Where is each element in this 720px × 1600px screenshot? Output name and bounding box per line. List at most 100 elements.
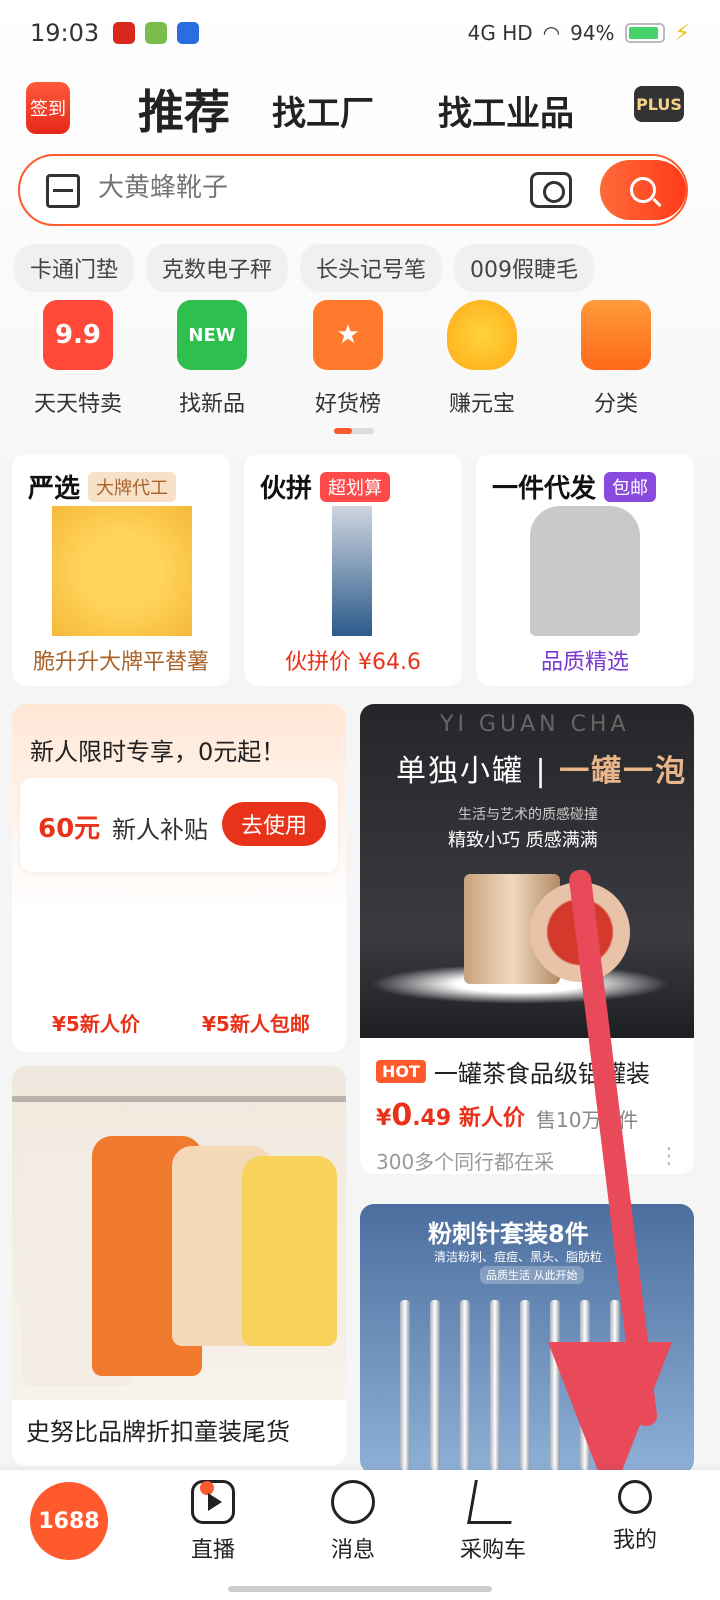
tab-find-factory[interactable]: 找工厂 [272,86,374,135]
chat-bubble-icon [331,1480,375,1524]
battery-icon [624,23,665,43]
tab-home[interactable]: 1688 [30,1482,108,1560]
product-price: ¥0.49 新人价 [376,1098,525,1133]
sold-count: 售10万+件 [536,1108,639,1132]
product-image: YI GUAN CHA 单独小罐 | 一罐一泡 生活与艺术的质感碰撞 精致小巧 … [360,704,694,1038]
status-bar: 19:03 4G HD ◠ 94% ⚡ [0,0,720,66]
tab-live[interactable]: 直播 [158,1480,268,1564]
category-new[interactable]: NEW 找新品 [152,300,272,418]
hot-search-list: 卡通门垫 克数电子秤 长头记号笔 009假睫毛 [14,244,595,292]
search-button[interactable] [600,160,686,220]
camera-icon[interactable] [530,172,572,208]
product-card-kids[interactable]: 史努比品牌折扣童装尾货 [12,1066,346,1466]
tab-label: 直播 [190,1538,235,1563]
brand-text: YI GUAN CHA [440,712,630,737]
search-input[interactable] [98,172,478,203]
promo-card-dropship[interactable]: 一件代发 包邮 品质精选 [476,454,694,686]
battery-percent: 94% [570,21,615,45]
product-image [52,506,192,636]
category-ingot[interactable]: 赚元宝 [422,300,542,418]
grid-icon [581,300,651,370]
tab-recommend[interactable]: 推荐 [138,76,230,142]
page-indicator [334,428,374,434]
tab-messages[interactable]: 消息 [298,1480,408,1564]
hot-search-chip[interactable]: 009假睫毛 [454,244,595,292]
promo-footer: 品质精选 [540,650,629,675]
tab-label: 消息 [330,1538,375,1563]
category-label: 分类 [593,392,638,417]
category-label: 找新品 [178,392,245,417]
subsidy-amount: 60元 [38,814,101,844]
newbie-card[interactable]: 新人限时专享，0元起！ 60元 新人补贴 去使用 ¥5新人价 ¥5新人包邮 [12,704,346,1052]
play-icon [191,1480,235,1524]
tab-me[interactable]: 我的 [580,1480,690,1554]
new-icon: NEW [177,300,247,370]
ad-label: 品质生活 从此开始 [480,1266,584,1284]
newbie-price[interactable]: ¥5新人价 [52,1008,140,1037]
promo-footer: 伙拼价 ¥64.6 [285,650,421,675]
promo-card-group[interactable]: 伙拼 超划算 伙拼价 ¥64.6 [244,454,462,686]
bottom-tab-bar: 1688 直播 消息 采购车 我的 [0,1470,720,1600]
tab-cart[interactable]: 采购车 [438,1480,548,1564]
ad-subline: 生活与艺术的质感碰撞 [458,807,598,823]
ad-subline: 清洁粉刺、痘痘、黑头、脂肪粒 [434,1250,603,1264]
promo-tag: 包邮 [604,471,657,502]
clothes-rod [12,1096,346,1102]
hot-search-chip[interactable]: 长头记号笔 [300,244,443,292]
category-grid: 9.9 天天特卖 NEW 找新品 ★ 好货榜 赚元宝 分类 [0,300,720,420]
promo-tag: 大牌代工 [88,471,177,502]
peer-count: 300多个同行都在采 [376,1150,555,1174]
status-time: 19:03 [30,19,100,47]
promo-footer: 脆升升大牌平替薯 [32,650,209,675]
price-tag-icon: 9.9 [43,300,113,370]
star-ribbon-icon: ★ [313,300,383,370]
product-title: 粉刺针套装8件 [428,1220,589,1248]
ad-line: 一罐一泡 [559,754,688,789]
product-card-tea[interactable]: YI GUAN CHA 单独小罐 | 一罐一泡 生活与艺术的质感碰撞 精致小巧 … [360,704,694,1174]
subsidy-panel: 60元 新人补贴 去使用 [20,778,338,872]
home-indicator [228,1586,492,1592]
hot-search-chip[interactable]: 克数电子秤 [146,244,289,292]
signin-button[interactable]: 签到 [26,82,70,134]
ad-line: 单独小罐 [396,754,524,789]
app-notification-icon [113,22,136,44]
app-notification-icon [177,22,200,44]
category-label: 好货榜 [314,392,381,417]
promo-title: 一件代发 [492,474,597,504]
product-title: 史努比品牌折扣童装尾货 [26,1418,290,1446]
newbie-free-shipping[interactable]: ¥5新人包邮 [202,1008,310,1037]
promo-title: 严选 [28,474,81,504]
use-button[interactable]: 去使用 [222,802,326,846]
hot-search-chip[interactable]: 卡通门垫 [14,244,135,292]
category-daily-sale[interactable]: 9.9 天天特卖 [18,300,138,418]
promo-title: 伙拼 [260,474,313,504]
search-bar [18,154,688,226]
category-label: 天天特卖 [33,392,122,417]
tab-find-industrial[interactable]: 找工业品 [438,86,574,135]
charging-icon: ⚡ [674,20,690,46]
hot-badge: HOT [376,1060,426,1083]
newbie-headline: 新人限时专享，0元起！ [30,738,286,766]
cart-icon [467,1480,519,1524]
header: 签到 推荐 找工厂 找工业品 PLUS [0,76,720,139]
network-indicator: 4G HD [467,21,533,45]
app-notification-icon [145,22,168,44]
category-all[interactable]: 分类 [556,300,676,418]
scan-icon[interactable] [46,174,80,208]
product-image [12,1066,346,1400]
product-image [530,506,640,636]
gold-ingot-icon [447,300,517,370]
ad-subline: 精致小巧 质感满满 [448,830,598,851]
product-title: 一罐茶食品级铝罐装 [433,1060,650,1088]
more-icon[interactable]: ⋮ [658,1144,680,1169]
tab-label: 采购车 [459,1538,526,1563]
search-icon [630,177,656,203]
promo-tag: 超划算 [320,471,391,502]
category-ranking[interactable]: ★ 好货榜 [288,300,408,418]
product-image [332,506,372,636]
tab-label: 我的 [612,1528,657,1553]
subsidy-label: 新人补贴 [112,816,208,844]
promo-card-select[interactable]: 严选 大牌代工 脆升升大牌平替薯 [12,454,230,686]
person-icon [618,1480,652,1514]
plus-button[interactable]: PLUS [634,86,684,122]
